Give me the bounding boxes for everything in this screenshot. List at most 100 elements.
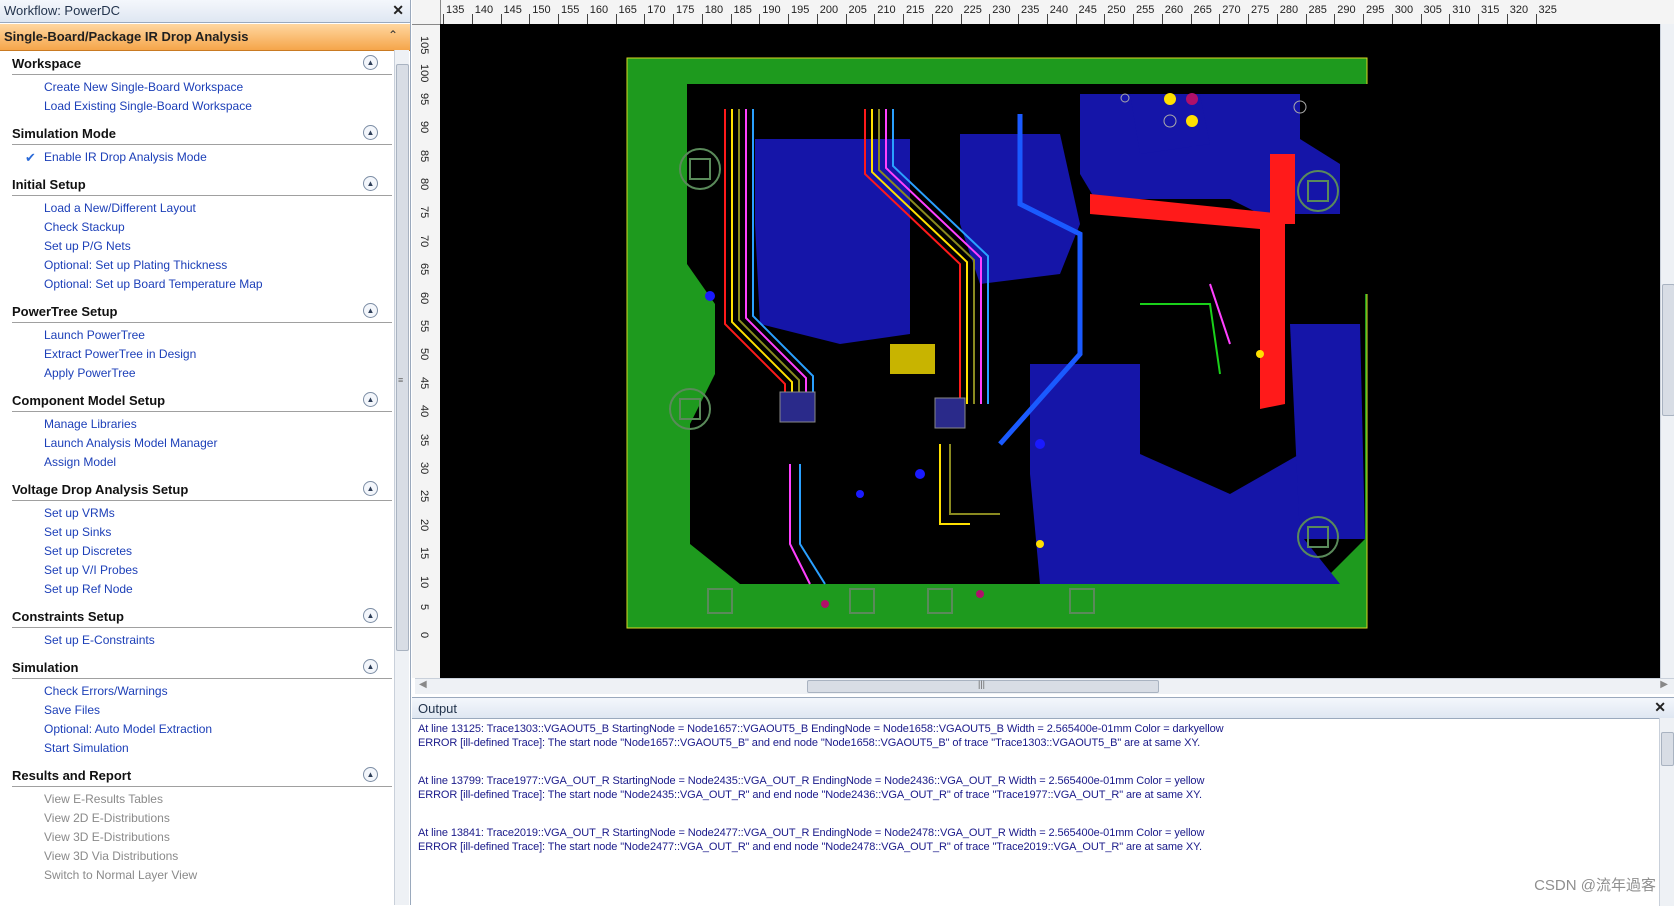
- workflow-step[interactable]: Create New Single-Board Workspace: [12, 78, 392, 97]
- log-error-line: ERROR [ill-defined Trace]: The start nod…: [418, 841, 1202, 853]
- ruler-tick-label: 140: [474, 4, 494, 16]
- section-header[interactable]: Simulation Mode ▲: [12, 120, 392, 145]
- section-header[interactable]: Simulation ▲: [12, 654, 392, 679]
- output-log[interactable]: At line 13125: Trace1303::VGAOUT5_B Star…: [418, 722, 1648, 906]
- ruler-tick-label: 230: [992, 4, 1011, 16]
- ruler-tick-label: 165: [618, 4, 637, 16]
- workflow-step[interactable]: Launch Analysis Model Manager: [12, 434, 392, 453]
- workflow-step[interactable]: View 2D E-Distributions: [12, 809, 392, 828]
- section-header[interactable]: Results and Report ▲: [12, 762, 392, 787]
- scroll-grip-icon: |||: [978, 679, 986, 689]
- workflow-step[interactable]: Set up E-Constraints: [12, 631, 392, 650]
- workflow-step[interactable]: Launch PowerTree: [12, 326, 392, 345]
- workflow-step-label: Set up Sinks: [44, 525, 112, 539]
- workflow-step[interactable]: Optional: Set up Plating Thickness: [12, 256, 392, 275]
- workflow-step[interactable]: Check Errors/Warnings: [12, 682, 392, 701]
- ruler-tick: [816, 14, 818, 24]
- ruler-tick-label: 135: [446, 4, 465, 16]
- workflow-step[interactable]: View 3D Via Distributions: [12, 847, 392, 866]
- section-header[interactable]: Initial Setup ▲: [12, 171, 392, 196]
- workflow-step[interactable]: Load Existing Single-Board Workspace: [12, 97, 392, 116]
- workflow-step[interactable]: Switch to Normal Layer View: [12, 866, 392, 885]
- ruler-tick: [1363, 14, 1364, 24]
- ruler-tick-label: 215: [906, 4, 925, 16]
- workflow-section: Component Model Setup ▲ Manage Libraries La…: [12, 387, 392, 476]
- canvas-horizontal-scroll-thumb[interactable]: |||: [807, 679, 1159, 693]
- ruler-tick: [1133, 14, 1134, 24]
- workflow-step[interactable]: Set up V/I Probes: [12, 561, 392, 580]
- ruler-tick: [931, 14, 933, 24]
- workflow-step-label: Optional: Auto Model Extraction: [44, 722, 213, 736]
- section-header[interactable]: Component Model Setup ▲: [12, 387, 392, 412]
- section-header[interactable]: PowerTree Setup ▲: [12, 298, 392, 323]
- workflow-step[interactable]: Set up P/G Nets: [12, 237, 392, 256]
- workflow-section: Workspace ▲ Create New Single-Board Worksp…: [12, 50, 392, 120]
- collapse-up-icon[interactable]: ▲: [363, 176, 378, 191]
- collapse-up-icon[interactable]: ⌃: [388, 28, 398, 42]
- collapse-up-icon[interactable]: ▲: [363, 125, 378, 140]
- pcb-layout-view[interactable]: [440, 24, 1674, 678]
- ruler-tick: [443, 14, 444, 24]
- canvas-horizontal-scrollbar[interactable]: ◀ ||| ▶: [415, 678, 1674, 694]
- workflow-step[interactable]: Apply PowerTree: [12, 364, 392, 383]
- workflow-step[interactable]: Set up Discretes: [12, 542, 392, 561]
- workflow-step-label: View E-Results Tables: [44, 792, 163, 806]
- workflow-header[interactable]: Single-Board/Package IR Drop Analysis ⌃: [0, 24, 410, 51]
- scroll-right-icon[interactable]: ▶: [1660, 679, 1668, 690]
- scroll-left-icon[interactable]: ◀: [419, 679, 427, 690]
- ruler-tick: [615, 14, 617, 24]
- section-header[interactable]: Workspace ▲: [12, 50, 392, 75]
- ruler-tick-label: 175: [676, 4, 695, 16]
- ruler-tick: [960, 14, 962, 24]
- ruler-tick-label: 45: [418, 376, 430, 390]
- workflow-step[interactable]: Assign Model: [12, 453, 392, 472]
- ruler-tick-label: 25: [418, 490, 430, 503]
- workflow-step[interactable]: Set up VRMs: [12, 504, 392, 523]
- workflow-step[interactable]: Set up Sinks: [12, 523, 392, 542]
- collapse-up-icon[interactable]: ▲: [363, 481, 378, 496]
- ruler-tick: [1219, 14, 1221, 24]
- section-header[interactable]: Voltage Drop Analysis Setup ▲: [12, 476, 392, 501]
- workflow-step[interactable]: Optional: Auto Model Extraction: [12, 720, 392, 739]
- workflow-step[interactable]: View 3D E-Distributions: [12, 828, 392, 847]
- workflow-step[interactable]: Optional: Set up Board Temperature Map: [12, 275, 392, 294]
- ruler-tick-label: 180: [704, 4, 724, 16]
- workflow-step-label: Enable IR Drop Analysis Mode: [44, 150, 207, 164]
- workflow-step[interactable]: Manage Libraries: [12, 415, 392, 434]
- close-icon[interactable]: ✕: [392, 2, 404, 19]
- canvas-vertical-scrollbar[interactable]: [1660, 24, 1674, 678]
- ruler-tick: [1535, 14, 1537, 24]
- workflow-step[interactable]: Extract PowerTree in Design: [12, 345, 392, 364]
- output-scrollbar[interactable]: [1659, 718, 1674, 906]
- ruler-tick-label: 65: [418, 263, 430, 276]
- workflow-scroll-thumb[interactable]: ≡: [396, 64, 409, 651]
- collapse-up-icon[interactable]: ▲: [363, 608, 378, 623]
- output-scroll-thumb[interactable]: [1661, 732, 1674, 766]
- collapse-up-icon[interactable]: ▲: [363, 55, 378, 70]
- collapse-up-icon[interactable]: ▲: [363, 659, 378, 674]
- ruler-tick: [874, 14, 876, 24]
- collapse-up-icon[interactable]: ▲: [363, 392, 378, 407]
- collapse-up-icon[interactable]: ▲: [363, 303, 378, 318]
- close-icon[interactable]: ✕: [1654, 699, 1666, 716]
- ruler-tick-label: 285: [1308, 4, 1327, 16]
- workflow-scrollbar[interactable]: ≡: [394, 50, 409, 905]
- canvas-vertical-scroll-thumb[interactable]: [1662, 284, 1674, 416]
- workflow-step[interactable]: Start Simulation: [12, 739, 392, 758]
- ruler-tick-label: 255: [1136, 4, 1155, 16]
- ruler-tick-label: 170: [647, 4, 666, 16]
- collapse-up-icon[interactable]: ▲: [363, 767, 378, 782]
- workflow-step-label: Optional: Set up Board Temperature Map: [44, 277, 263, 291]
- workflow-step-label: Extract PowerTree in Design: [44, 347, 197, 361]
- section-header[interactable]: Constraints Setup ▲: [12, 603, 392, 628]
- ruler-tick-label: 85: [418, 149, 430, 162]
- workflow-step[interactable]: Save Files: [12, 701, 392, 720]
- workflow-step[interactable]: Check Stackup: [12, 218, 392, 237]
- workflow-step[interactable]: View E-Results Tables: [12, 790, 392, 809]
- workflow-step[interactable]: Set up Ref Node: [12, 580, 392, 599]
- workflow-step[interactable]: ✔ Enable IR Drop Analysis Mode: [12, 148, 392, 167]
- ruler-left: 105 100 95 90 85 80 75 70 65 60 55 50 45 40 35 30 25 20 15…: [412, 24, 441, 678]
- workflow-step[interactable]: Load a New/Different Layout: [12, 199, 392, 218]
- ruler-tick-label: 280: [1279, 4, 1299, 16]
- ruler-tick: [1276, 14, 1278, 24]
